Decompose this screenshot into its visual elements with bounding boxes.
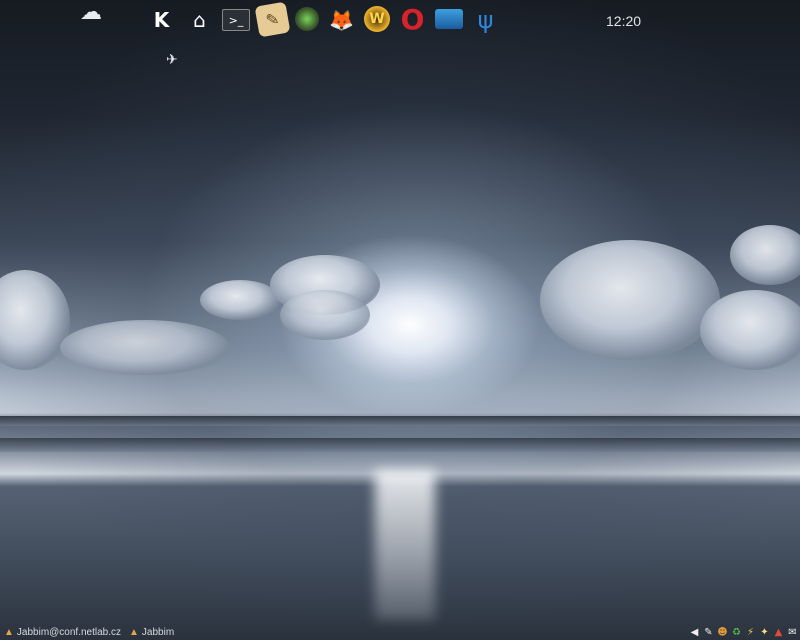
wave xyxy=(0,438,800,452)
gimp-icon[interactable]: 🦊 xyxy=(326,4,357,35)
cloud xyxy=(540,240,720,360)
jabbim-icon: ▲ xyxy=(129,626,139,638)
power-icon[interactable]: ⚡ xyxy=(745,626,756,638)
chat-icon[interactable]: ☻ xyxy=(717,626,728,638)
clock[interactable]: 12:20 xyxy=(606,13,641,29)
volume-icon[interactable]: ◀ xyxy=(689,626,700,638)
bird-desktop-icon[interactable]: ✈ xyxy=(166,52,178,68)
opera-icon[interactable]: O xyxy=(397,3,428,36)
bulb-icon[interactable]: ✦ xyxy=(759,626,770,638)
media-player-icon[interactable] xyxy=(295,7,319,31)
jabbim-icon: ▲ xyxy=(4,626,14,638)
cloud xyxy=(0,270,70,370)
cloud xyxy=(280,290,370,340)
task-label: Jabbim@conf.netlab.cz xyxy=(16,626,121,638)
psi-icon[interactable]: ψ xyxy=(470,4,501,35)
task-label: Jabbim xyxy=(141,626,175,638)
world-of-warcraft-icon[interactable]: W xyxy=(364,6,390,32)
update-icon[interactable]: ♻ xyxy=(731,626,742,638)
home-icon[interactable]: ⌂ xyxy=(184,4,215,35)
cloud-desktop-icon[interactable]: ☁ xyxy=(80,0,102,25)
text-editor-icon[interactable]: ✎ xyxy=(254,1,291,38)
cloud xyxy=(60,320,230,375)
cloud xyxy=(730,225,800,285)
cloud xyxy=(700,290,800,370)
sun-reflection xyxy=(375,470,435,620)
file-manager-icon[interactable] xyxy=(435,9,463,29)
mail-icon[interactable]: ✉ xyxy=(787,626,798,638)
wave xyxy=(0,416,800,426)
task-jabbim-conference[interactable]: ▲ Jabbim@conf.netlab.cz xyxy=(0,624,125,640)
launcher-bar: K ⌂ >_ ✎ 🦊 W O ψ xyxy=(146,1,501,38)
network-icon[interactable]: ✎ xyxy=(703,626,714,638)
warning-icon[interactable]: ▲ xyxy=(773,626,784,638)
terminal-icon[interactable]: >_ xyxy=(222,9,250,31)
system-tray: ◀ ✎ ☻ ♻ ⚡ ✦ ▲ ✉ xyxy=(689,626,798,638)
task-jabbim[interactable]: ▲ Jabbim xyxy=(125,624,178,640)
desktop-wallpaper xyxy=(0,0,800,640)
taskbar: ▲ Jabbim@conf.netlab.cz ▲ Jabbim xyxy=(0,624,800,640)
cloud xyxy=(200,280,280,320)
kde-icon[interactable]: K xyxy=(146,4,177,35)
